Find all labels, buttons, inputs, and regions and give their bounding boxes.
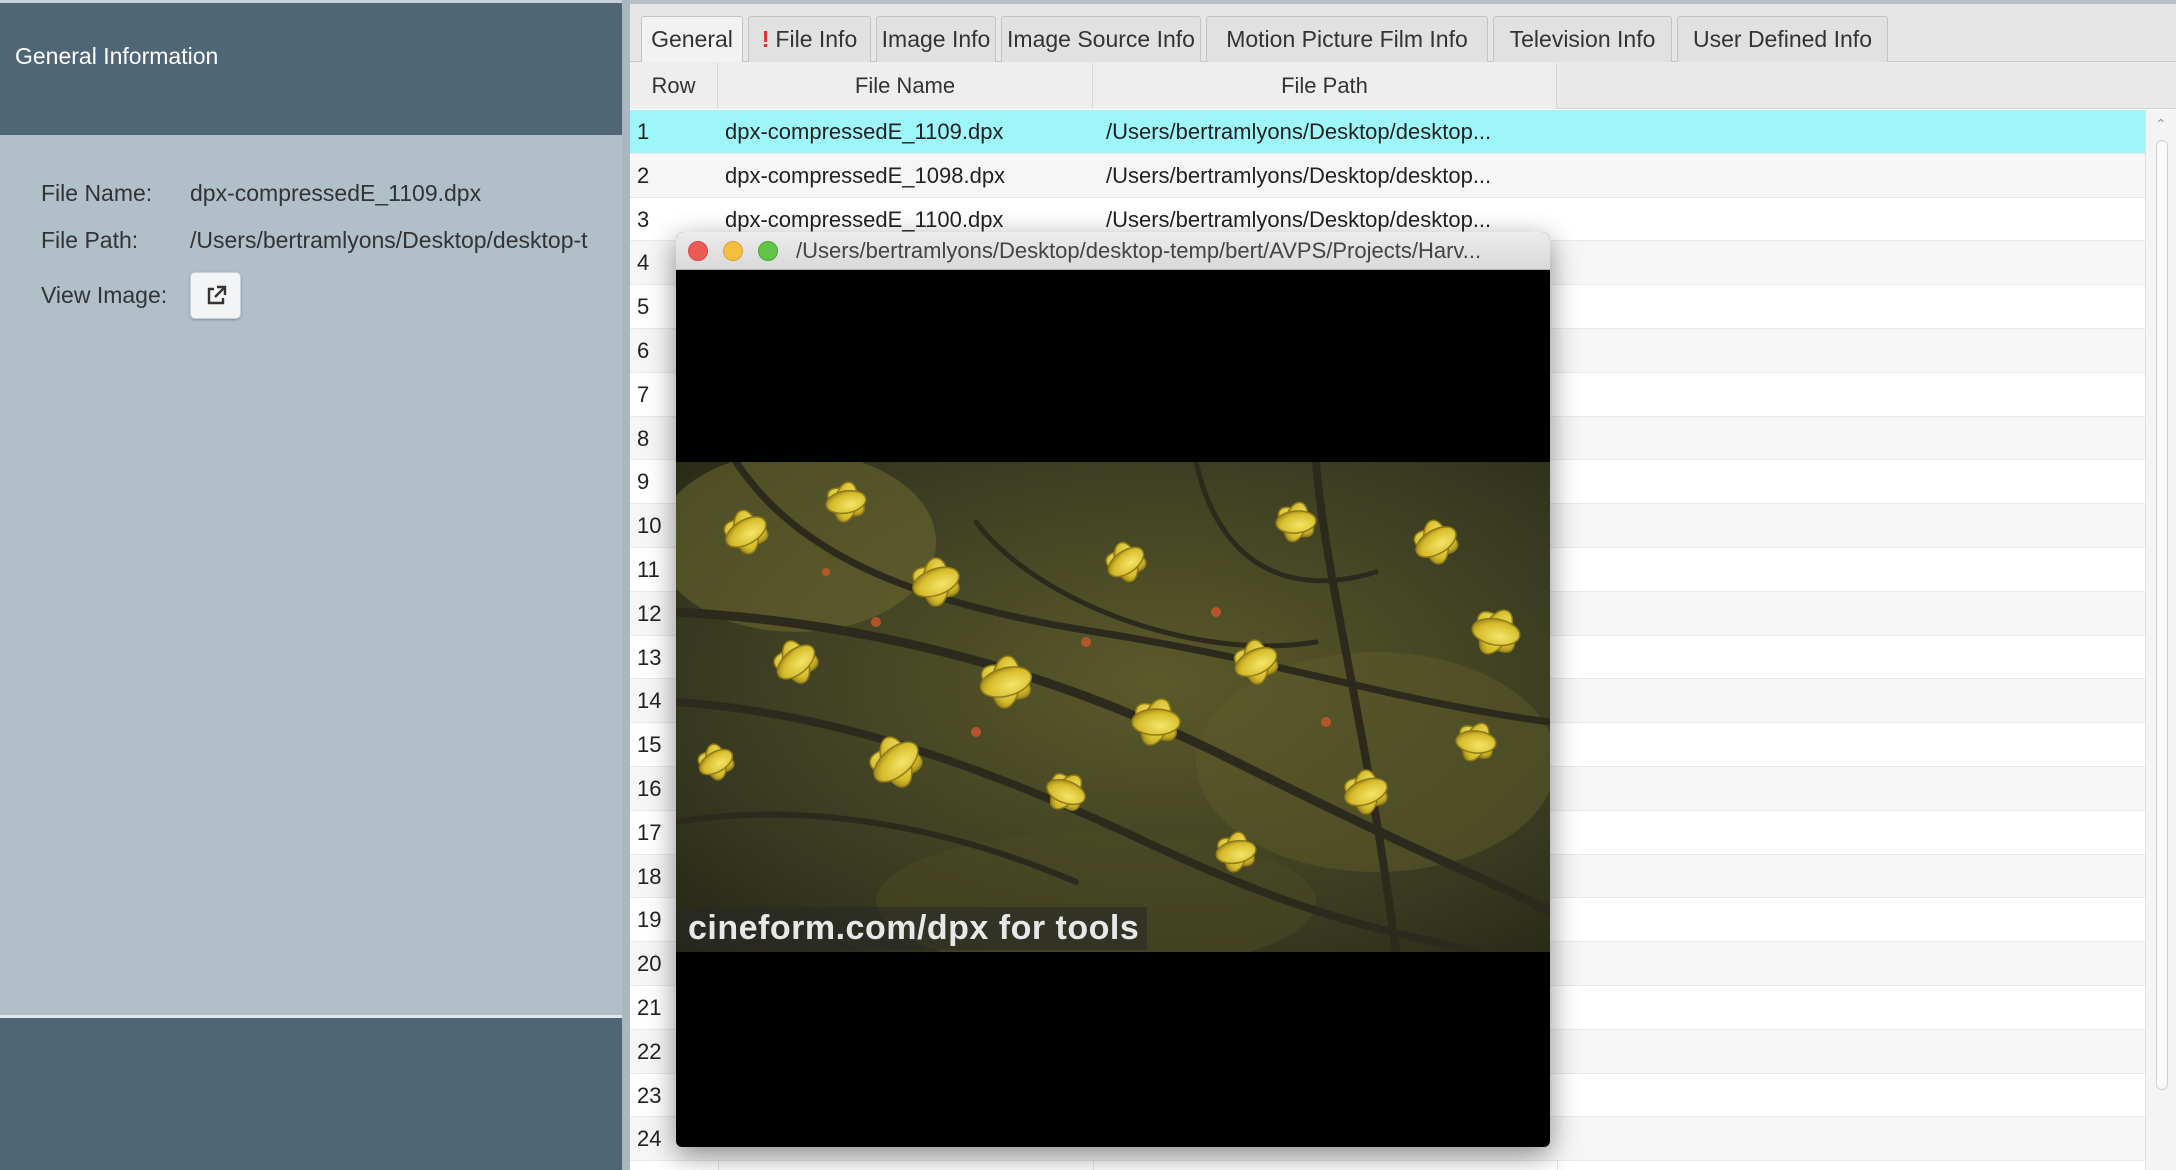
column-header-file-name[interactable]: File Name: [718, 63, 1093, 109]
tab-bar: General ! File Info Image Info Image Sour…: [630, 0, 2176, 62]
scrollbar-thumb[interactable]: [2156, 140, 2168, 1090]
scroll-up-arrow-icon[interactable]: ⌃: [2155, 116, 2167, 133]
image-caption: cineform.com/dpx for tools: [680, 907, 1148, 950]
panel-footer: [0, 1015, 622, 1170]
tab-label: Television Info: [1509, 26, 1656, 52]
file-name-cell: dpx-compressedE_1098.dpx: [725, 162, 1006, 188]
file-path-cell: /Users/bertramlyons/Desktop/desktop...: [1106, 162, 1492, 188]
tab-motion-picture-film-info[interactable]: Motion Picture Film Info: [1206, 16, 1488, 62]
tab-label: Image Info: [881, 26, 991, 52]
file-path-row: File Path: /Users/bertramlyons/Desktop/d…: [41, 227, 621, 257]
view-image-row: View Image:: [41, 272, 621, 319]
row-number-cell: 1: [637, 119, 650, 144]
file-path-label: File Path:: [41, 227, 139, 253]
tab-television-info[interactable]: Television Info: [1493, 16, 1672, 62]
tab-general[interactable]: General: [641, 16, 743, 62]
general-info-panel: General Information File Name: dpx-compr…: [0, 0, 622, 1170]
view-image-label: View Image:: [41, 282, 168, 308]
tab-label: User Defined Info: [1693, 26, 1872, 52]
column-header-row[interactable]: Row: [630, 63, 718, 109]
viewer-titlebar[interactable]: /Users/bertramlyons/Desktop/desktop-temp…: [676, 232, 1550, 270]
flower-photo: [676, 462, 1550, 952]
warning-icon: !: [761, 26, 770, 52]
tab-image-source-info[interactable]: Image Source Info: [1001, 16, 1201, 62]
file-path-value: /Users/bertramlyons/Desktop/desktop-t: [190, 227, 588, 253]
tab-label: General: [651, 26, 733, 52]
panel-title: General Information: [15, 43, 219, 69]
tab-file-info[interactable]: ! File Info: [748, 16, 871, 62]
vertical-scrollbar[interactable]: ⌃: [2145, 110, 2176, 1170]
tab-label: Image Source Info: [1007, 26, 1195, 52]
file-name-value: dpx-compressedE_1109.dpx: [190, 180, 482, 206]
file-name-cell: dpx-compressedE_1109.dpx: [725, 119, 1004, 144]
table-header: Row File Name File Path: [630, 63, 2176, 109]
file-name-row: File Name: dpx-compressedE_1109.dpx: [41, 180, 621, 210]
row-number-cell: 2: [637, 162, 650, 188]
viewer-title: /Users/bertramlyons/Desktop/desktop-temp…: [796, 238, 1482, 263]
table-row[interactable]: 2 dpx-compressedE_1098.dpx/Users/bertraml…: [630, 153, 2145, 198]
external-link-icon: [207, 285, 227, 305]
close-window-button[interactable]: [688, 241, 708, 261]
table-row[interactable]: 1 dpx-compressedE_1109.dpx/Users/bertraml…: [630, 110, 2145, 154]
tab-user-defined-info[interactable]: User Defined Info: [1677, 16, 1888, 62]
view-image-button[interactable]: [190, 272, 241, 319]
file-name-label: File Name:: [41, 180, 153, 206]
tab-image-info[interactable]: Image Info: [876, 16, 996, 62]
column-header-file-path[interactable]: File Path: [1093, 63, 1557, 109]
maximize-window-button[interactable]: [758, 241, 778, 261]
minimize-window-button[interactable]: [723, 241, 743, 261]
tab-label: Motion Picture Film Info: [1226, 26, 1468, 52]
file-path-cell: /Users/bertramlyons/Desktop/desktop...: [1106, 119, 1492, 144]
dpx-frame-image: cineform.com/dpx for tools: [676, 462, 1550, 952]
image-viewer-window: /Users/bertramlyons/Desktop/desktop-temp…: [676, 232, 1550, 1147]
split-pane-divider[interactable]: [622, 0, 630, 1170]
panel-header: General Information: [0, 0, 622, 135]
tab-label: File Info: [775, 26, 858, 52]
